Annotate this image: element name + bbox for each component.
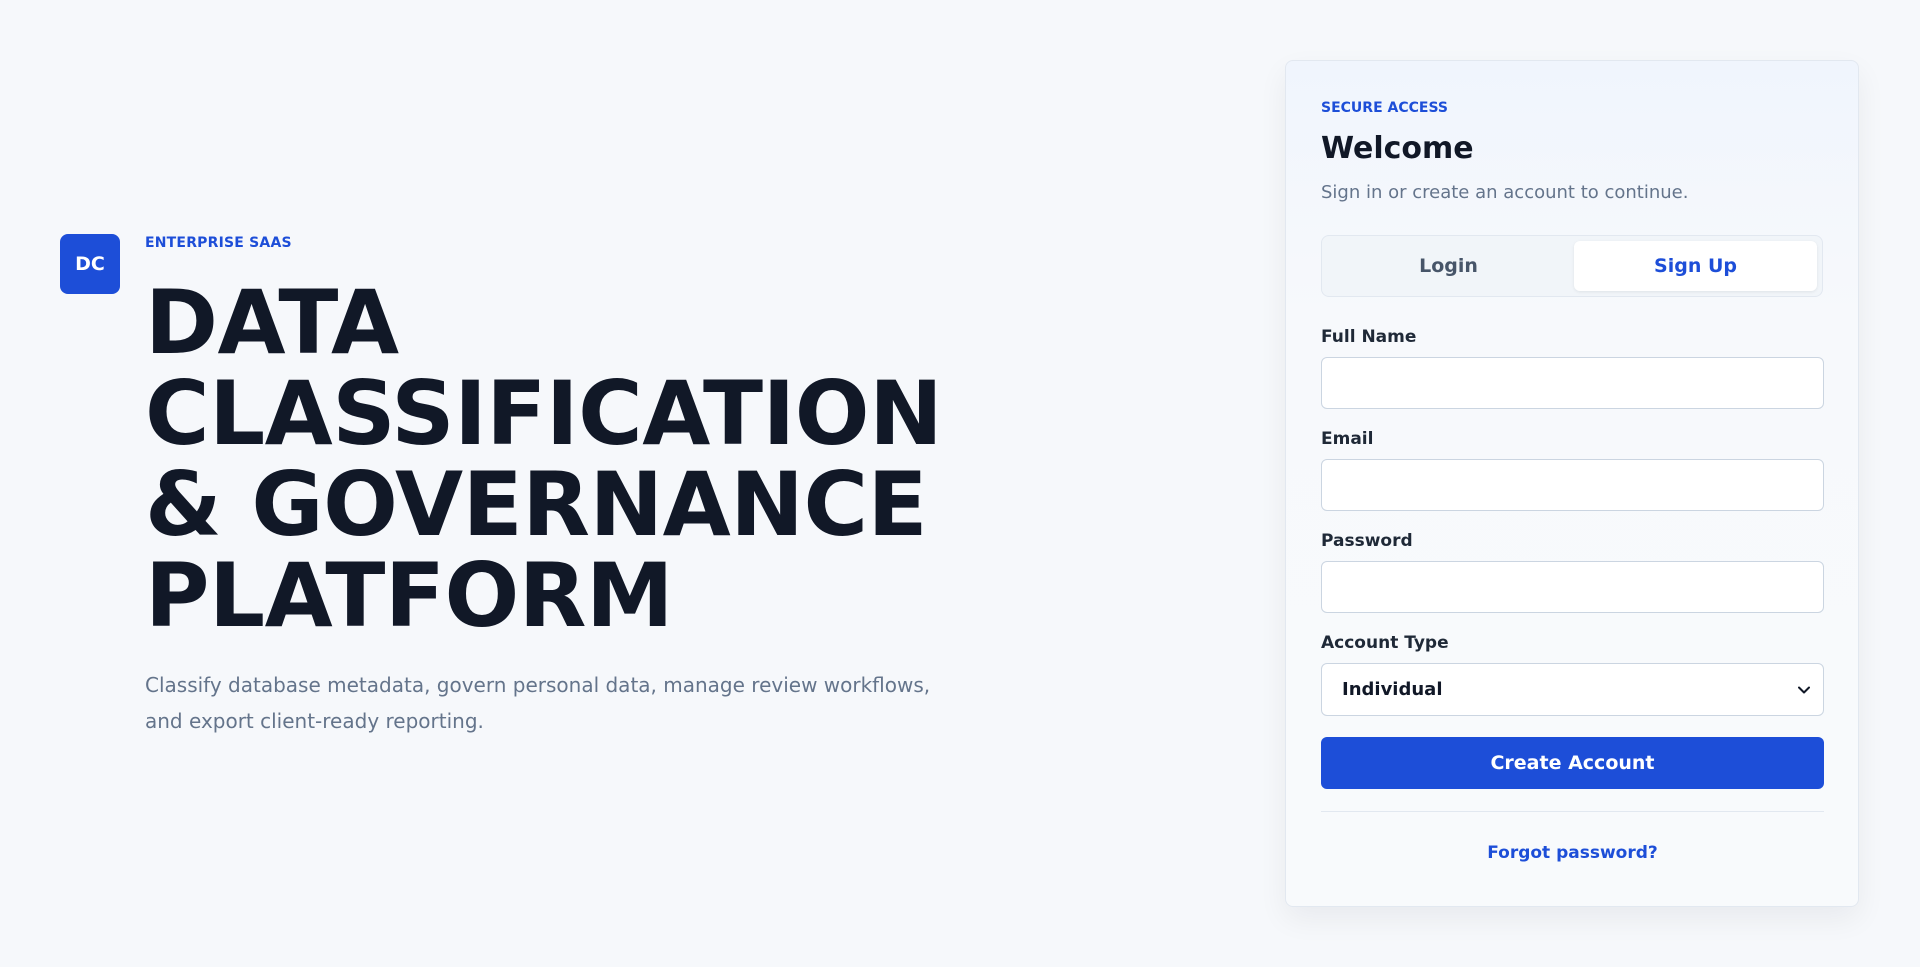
- full-name-label: Full Name: [1321, 327, 1417, 347]
- full-name-group: Full Name: [1321, 327, 1824, 409]
- account-type-label: Account Type: [1321, 633, 1449, 653]
- account-type-group: Account Type Individual: [1321, 633, 1824, 716]
- card-eyebrow: SECURE ACCESS: [1321, 100, 1448, 116]
- auth-tabs: Login Sign Up: [1321, 235, 1823, 297]
- divider: [1321, 811, 1824, 812]
- brand-logo-text: DC: [75, 253, 105, 275]
- password-input[interactable]: [1321, 561, 1824, 613]
- hero-eyebrow: ENTERPRISE SAAS: [145, 235, 292, 251]
- create-account-button[interactable]: Create Account: [1321, 737, 1824, 789]
- tab-login[interactable]: Login: [1327, 241, 1570, 291]
- card-subtitle: Sign in or create an account to continue…: [1321, 182, 1689, 203]
- password-label: Password: [1321, 531, 1413, 551]
- auth-page: DC ENTERPRISE SAAS DATA CLASSIFICATION &…: [0, 0, 1920, 967]
- hero-title: DATA CLASSIFICATION & GOVERNANCE PLATFOR…: [145, 271, 943, 647]
- account-type-select[interactable]: Individual: [1321, 663, 1824, 716]
- tab-sign-up[interactable]: Sign Up: [1574, 241, 1817, 291]
- hero-subtitle: Classify database metadata, govern perso…: [145, 673, 931, 733]
- card-title: Welcome: [1321, 131, 1474, 166]
- full-name-input[interactable]: [1321, 357, 1824, 409]
- hero-section: ENTERPRISE SAAS DATA CLASSIFICATION & GO…: [145, 233, 1045, 739]
- forgot-password-link[interactable]: Forgot password?: [1321, 842, 1824, 864]
- password-group: Password: [1321, 531, 1824, 613]
- account-type-value: Individual: [1342, 679, 1443, 700]
- chevron-down-icon: [1797, 683, 1811, 697]
- email-group: Email: [1321, 429, 1824, 511]
- email-label: Email: [1321, 429, 1374, 449]
- email-input[interactable]: [1321, 459, 1824, 511]
- brand-logo: DC: [60, 234, 120, 294]
- auth-card: SECURE ACCESS Welcome Sign in or create …: [1285, 60, 1859, 907]
